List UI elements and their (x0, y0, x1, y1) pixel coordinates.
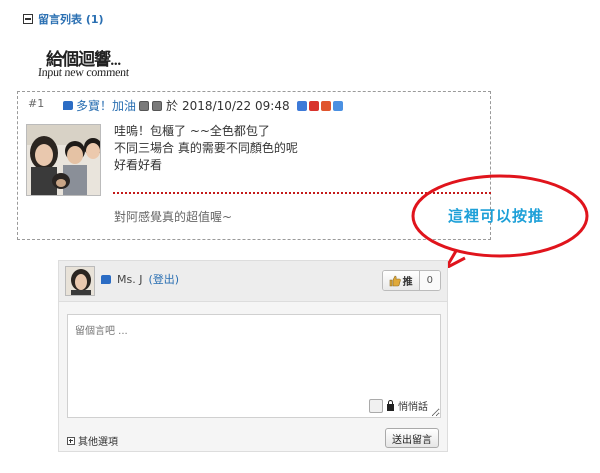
commenter-avatar[interactable] (26, 124, 101, 196)
owner-reply: 對阿感覺真的超值喔~ (114, 210, 233, 224)
reply-panel: Ms. J (登出) 推 0 悄悄話 其他選項 送出留言 (58, 260, 448, 452)
submit-comment-button[interactable]: 送出留言 (385, 428, 439, 448)
blog-icon (101, 274, 111, 284)
comment-line: 哇嗚！包櫃了 ~~全色都包了 (114, 124, 270, 138)
reply-header: Ms. J (登出) 推 0 (59, 261, 447, 302)
thumbs-up-icon (389, 275, 401, 286)
like-button[interactable]: 推 (382, 271, 420, 290)
home-icon[interactable] (139, 100, 150, 111)
private-toggle[interactable]: 悄悄話 (369, 398, 428, 413)
comment-index: #1 (28, 97, 45, 110)
lock-icon (387, 399, 394, 411)
input-new-comment-logo: 給個迴響... Input new comment (38, 45, 142, 83)
comment-actions (296, 100, 343, 111)
blog-icon (63, 101, 73, 110)
profile-icon[interactable] (152, 100, 163, 111)
private-label: 悄悄話 (398, 402, 428, 413)
report-icon[interactable] (320, 100, 331, 111)
reply-user-info: Ms. J (登出) (101, 271, 179, 287)
edit-icon[interactable] (296, 100, 307, 111)
like-count: 0 (419, 271, 440, 290)
comment-list-title[interactable]: 留言列表 (1) (38, 11, 104, 27)
comment-meta: 多寶！加油 於 2018/10/22 09:48 (63, 97, 343, 114)
logout-link[interactable]: (登出) (148, 271, 179, 287)
comment-body: 哇嗚！包櫃了 ~~全色都包了 不同三場合 真的需要不同顏色的呢 好看好看 (114, 123, 298, 174)
user-name[interactable]: Ms. J (117, 273, 142, 286)
annotation-label: 這裡可以按推 (448, 207, 545, 225)
comment-list-header[interactable]: 留言列表 (1) (23, 11, 104, 27)
reply-icon[interactable] (332, 100, 343, 111)
comment-line: 好看好看 (114, 158, 163, 172)
comment-author-link[interactable]: 多寶！加油 (76, 97, 136, 114)
user-avatar[interactable] (65, 266, 95, 296)
like-group: 推 0 (381, 270, 441, 291)
logo-english: Input new comment (37, 65, 130, 79)
like-label: 推 (402, 277, 413, 288)
comment-line: 不同三場合 真的需要不同顏色的呢 (114, 141, 298, 155)
delete-icon[interactable] (308, 100, 319, 111)
comment-date: 2018/10/22 09:48 (182, 98, 290, 113)
comment-date-prefix: 於 (166, 99, 179, 113)
private-checkbox[interactable] (369, 398, 383, 413)
other-options-label: 其他選項 (78, 437, 118, 448)
other-options-toggle[interactable]: 其他選項 (67, 433, 118, 448)
collapse-icon[interactable] (23, 14, 33, 24)
expand-icon[interactable] (67, 436, 75, 445)
